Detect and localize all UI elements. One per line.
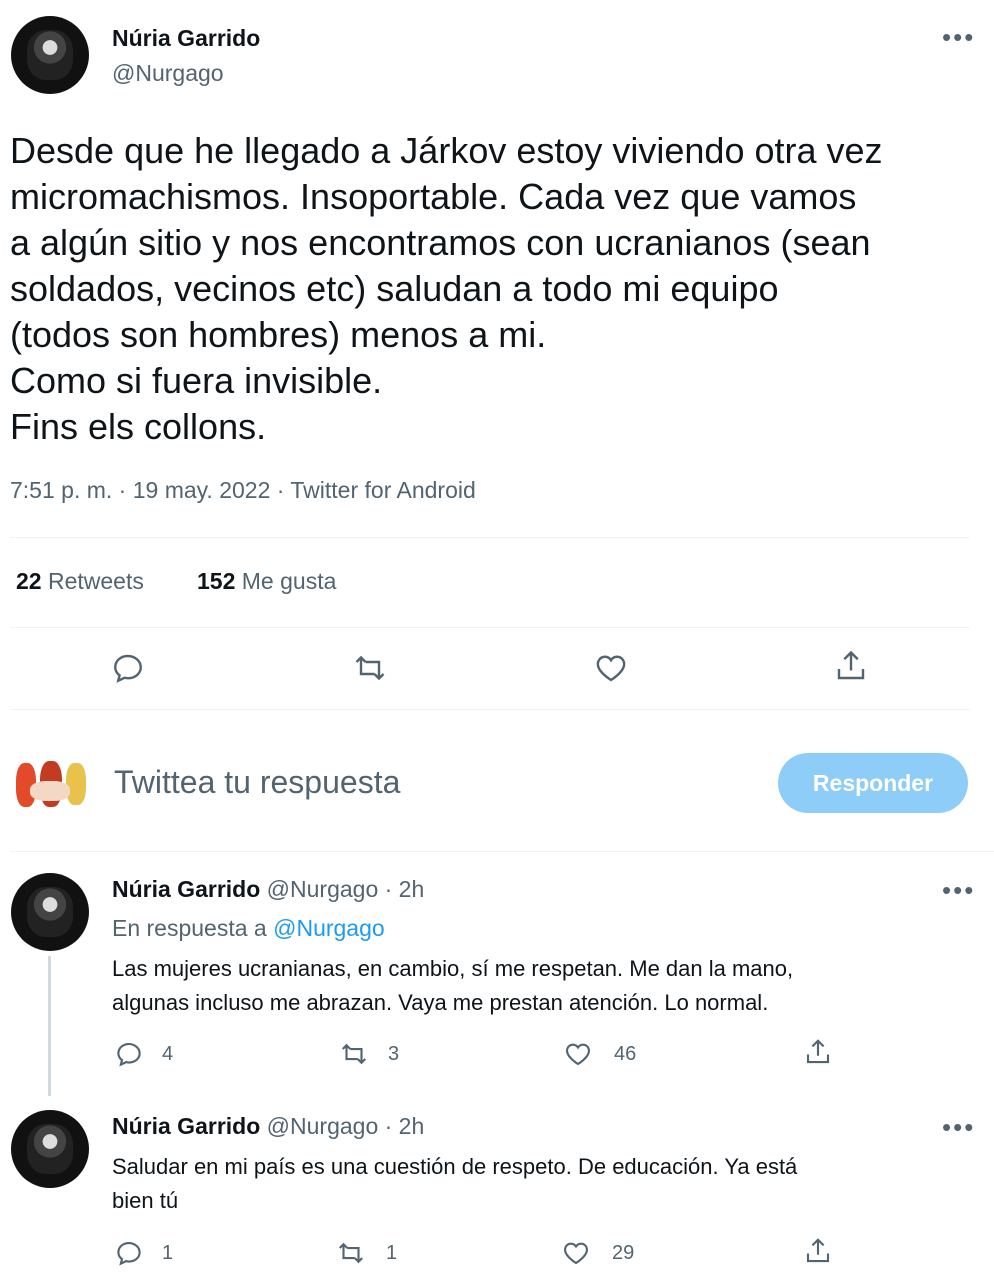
retweets-count: 22 (16, 568, 42, 594)
like-icon[interactable] (563, 1039, 593, 1069)
reply-avatar[interactable] (11, 1110, 89, 1188)
likes-stat[interactable]: 152 Me gusta (197, 568, 336, 595)
reply-header: Núria Garrido @Nurgago · 2h (112, 1113, 424, 1140)
like-count: 29 (612, 1242, 635, 1264)
likes-label: Me gusta (241, 568, 337, 594)
reply-input[interactable]: Twittea tu respuesta (114, 764, 400, 801)
reply-text-line: algunas incluso me abrazan. Vaya me pres… (112, 990, 769, 1015)
tweet-timestamp[interactable]: 7:51 p. m. · 19 may. 2022 · Twitter for … (10, 477, 476, 504)
retweet-icon[interactable] (339, 1039, 369, 1069)
reply-time[interactable]: · 2h (385, 876, 425, 902)
share-icon[interactable] (833, 648, 869, 684)
user-avatar[interactable] (10, 745, 90, 825)
likes-count: 152 (197, 568, 236, 594)
retweets-label: Retweets (47, 568, 144, 594)
retweet-icon[interactable] (336, 1238, 366, 1268)
reply-text: Las mujeres ucranianas, en cambio, sí me… (112, 952, 793, 1020)
reply-count: 1 (162, 1242, 174, 1264)
like-count: 46 (614, 1043, 637, 1065)
tweet-text-line: soldados, vecinos etc) saludan a todo mi… (10, 268, 779, 309)
reply-time[interactable]: · 2h (385, 1113, 425, 1139)
reply-icon[interactable] (110, 650, 146, 686)
more-icon[interactable]: ••• (942, 877, 975, 903)
tweet-text-line: Fins els collons. (10, 406, 267, 447)
tweet-text: Desde que he llegado a Járkov estoy vivi… (10, 128, 985, 450)
reply-icon[interactable] (114, 1039, 144, 1069)
reply-to-line: En respuesta a @Nurgago (112, 915, 385, 942)
reply-to-handle[interactable]: @Nurgago (273, 915, 385, 941)
author-avatar[interactable] (11, 16, 89, 94)
like-icon[interactable] (561, 1238, 591, 1268)
share-icon[interactable] (803, 1236, 833, 1266)
author-name[interactable]: Núria Garrido (112, 25, 260, 52)
reply-author-name[interactable]: Núria Garrido (112, 876, 260, 902)
reply-header: Núria Garrido @Nurgago · 2h (112, 876, 424, 903)
retweets-stat[interactable]: 22 Retweets (16, 568, 144, 595)
reply-text-line: bien tú (112, 1188, 179, 1213)
reply-text: Saludar en mi país es una cuestión de re… (112, 1150, 797, 1218)
tweet-text-line: (todos son hombres) menos a mi. (10, 314, 547, 355)
retweet-count: 3 (388, 1043, 400, 1065)
tweet-text-line: micromachismos. Insoportable. Cada vez q… (10, 176, 857, 217)
author-handle[interactable]: @Nurgago (112, 60, 224, 87)
reply-text-line: Saludar en mi país es una cuestión de re… (112, 1154, 798, 1179)
more-icon[interactable]: ••• (942, 24, 975, 50)
reply-button[interactable]: Responder (778, 753, 968, 813)
thread-line (48, 956, 51, 1096)
tweet-text-line: Como si fuera invisible. (10, 360, 383, 401)
reply-avatar[interactable] (11, 873, 89, 951)
reply-to-prefix: En respuesta a (112, 915, 267, 941)
retweet-icon[interactable] (352, 650, 388, 686)
reply-author-name[interactable]: Núria Garrido (112, 1113, 260, 1139)
more-icon[interactable]: ••• (942, 1114, 975, 1140)
reply-author-handle[interactable]: @Nurgago (267, 876, 379, 902)
reply-author-handle[interactable]: @Nurgago (267, 1113, 379, 1139)
retweet-count: 1 (386, 1242, 398, 1264)
reply-icon[interactable] (114, 1238, 144, 1268)
like-icon[interactable] (593, 650, 629, 686)
reply-text-line: Las mujeres ucranianas, en cambio, sí me… (112, 956, 794, 981)
share-icon[interactable] (803, 1037, 833, 1067)
reply-count: 4 (162, 1043, 174, 1065)
tweet-text-line: Desde que he llegado a Járkov estoy vivi… (10, 130, 883, 171)
tweet-text-line: a algún sitio y nos encontramos con ucra… (10, 222, 871, 263)
